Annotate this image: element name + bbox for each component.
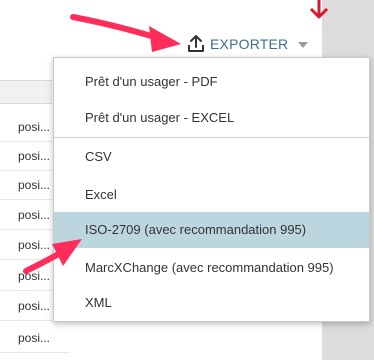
list-item[interactable]: posi...	[0, 113, 52, 142]
list-item[interactable]: posi...	[0, 324, 70, 353]
menu-item-pret-pdf[interactable]: Prêt d'un usager - PDF	[54, 64, 369, 100]
export-button[interactable]: EXPORTER	[186, 32, 309, 56]
list-item[interactable]: posi...	[0, 201, 52, 230]
menu-item-excel[interactable]: Excel	[54, 177, 369, 213]
export-menu: Prêt d'un usager - PDF Prêt d'un usager …	[53, 57, 370, 322]
list-item[interactable]: posi...	[0, 231, 52, 260]
list-item[interactable]: posi...	[0, 262, 52, 291]
menu-divider	[54, 137, 369, 138]
list-item[interactable]: posi...	[0, 171, 52, 200]
menu-item-csv[interactable]: CSV	[54, 139, 369, 175]
caret-down-icon[interactable]	[298, 42, 309, 48]
pink-arrow-icon	[70, 14, 181, 52]
list-item[interactable]: posi...	[0, 142, 52, 171]
menu-item-marcxchange[interactable]: MarcXChange (avec recommandation 995)	[54, 250, 369, 286]
background-list-header	[0, 80, 52, 104]
list-item[interactable]: posi...	[0, 292, 52, 321]
menu-item-iso2709[interactable]: ISO-2709 (avec recommandation 995)	[54, 212, 369, 248]
menu-item-xml[interactable]: XML	[54, 285, 369, 321]
menu-item-pret-excel[interactable]: Prêt d'un usager - EXCEL	[54, 100, 369, 136]
upload-icon	[188, 35, 204, 52]
export-label: EXPORTER	[210, 36, 289, 52]
